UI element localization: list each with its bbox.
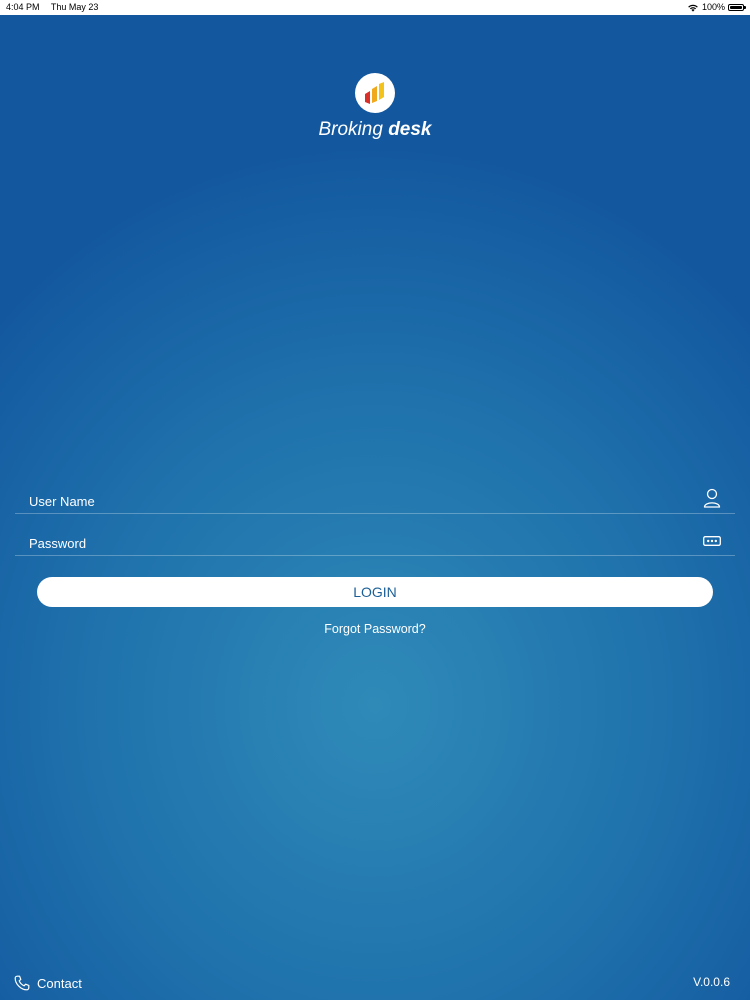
brand-name: Broking desk bbox=[0, 119, 750, 141]
forgot-password-link[interactable]: Forgot Password? bbox=[0, 622, 750, 636]
password-dots-icon bbox=[703, 536, 721, 546]
username-field bbox=[15, 487, 735, 514]
password-field bbox=[15, 529, 735, 556]
brand-name-bold: desk bbox=[388, 119, 432, 140]
app-version: V.0.0.6 bbox=[693, 975, 730, 989]
status-date: Thu May 23 bbox=[50, 2, 99, 12]
logo-bars-icon bbox=[365, 82, 384, 104]
status-right: 100% bbox=[687, 2, 746, 12]
contact-button[interactable]: Contact bbox=[14, 975, 82, 991]
contact-label: Contact bbox=[37, 975, 82, 991]
brand-name-light: Broking bbox=[318, 119, 389, 140]
login-screen: Broking desk LOGIN Forgot Password? Cont… bbox=[0, 15, 750, 1000]
phone-icon bbox=[14, 975, 30, 991]
status-left: 4:04 PM Thu May 23 bbox=[6, 2, 107, 12]
username-input[interactable] bbox=[29, 491, 689, 511]
battery-icon bbox=[728, 3, 746, 11]
password-input[interactable] bbox=[29, 533, 689, 553]
user-icon bbox=[703, 488, 721, 508]
status-time: 4:04 PM bbox=[6, 2, 40, 12]
login-button[interactable]: LOGIN bbox=[37, 577, 713, 607]
battery-percentage: 100% bbox=[701, 2, 725, 12]
brokingdesk-logo bbox=[355, 73, 395, 113]
wifi-icon bbox=[688, 4, 698, 12]
status-bar: 4:04 PM Thu May 23 100% bbox=[0, 0, 750, 15]
